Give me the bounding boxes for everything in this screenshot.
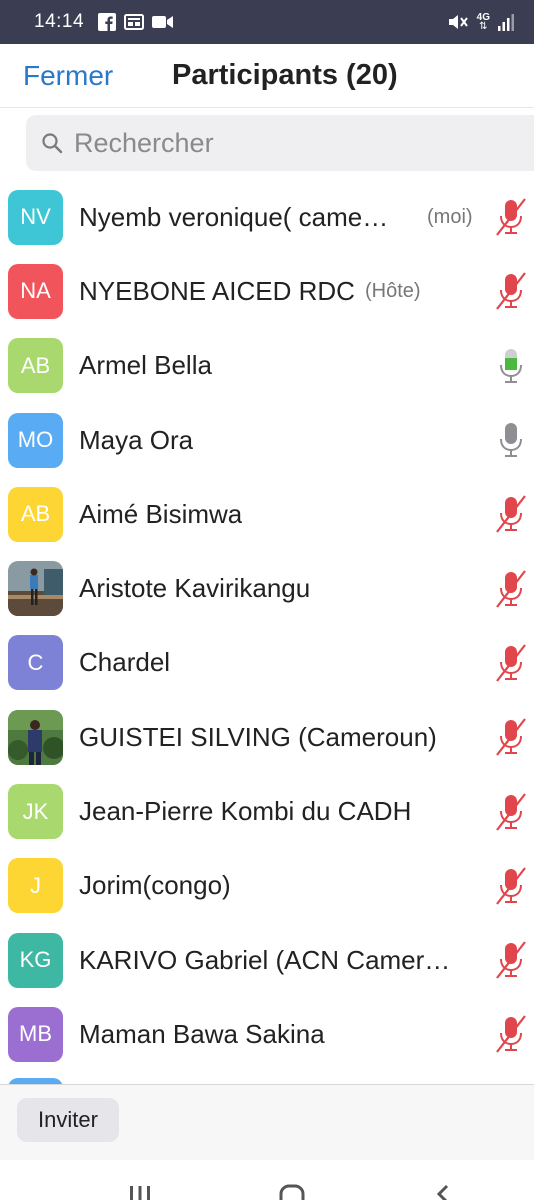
participant-row[interactable]: C Chardel xyxy=(0,626,534,700)
participant-row[interactable]: MB Maman Bawa Sakina xyxy=(0,997,534,1071)
participant-list[interactable]: NV Nyemb veronique( came… (moi) NA NYEBO… xyxy=(0,180,534,1084)
gallery-icon xyxy=(124,14,145,30)
search-input[interactable] xyxy=(74,127,534,159)
participant-name: Jorim(congo) xyxy=(79,870,231,901)
avatar: KG xyxy=(8,932,63,988)
status-bar: 14:14 4G ⇅ xyxy=(0,0,534,44)
facebook-icon xyxy=(98,13,117,31)
header: Fermer Participants (20) xyxy=(0,44,534,108)
search-box[interactable] xyxy=(26,115,534,171)
mic-muted-icon[interactable] xyxy=(494,569,528,609)
signal-icon xyxy=(498,14,514,31)
participant-name: KARIVO Gabriel (ACN Camer… xyxy=(79,944,451,975)
status-icons-right: 4G ⇅ xyxy=(447,12,514,32)
participant-row[interactable]: Aristote Kavirikangu xyxy=(0,551,534,625)
avatar: J xyxy=(8,858,63,914)
bottom-bar: Inviter xyxy=(0,1084,534,1160)
participant-row-partial[interactable] xyxy=(0,1072,534,1084)
close-button[interactable]: Fermer xyxy=(23,60,113,92)
participant-tag: (Hôte) xyxy=(365,279,421,302)
avatar: C xyxy=(8,635,63,691)
mic-muted-icon[interactable] xyxy=(494,866,528,906)
avatar: AB xyxy=(8,338,63,394)
participant-name: Aristote Kavirikangu xyxy=(79,573,311,604)
mic-muted-icon[interactable] xyxy=(494,717,528,757)
mic-active-icon[interactable] xyxy=(494,346,528,386)
participant-name: NYEBONE AICED RDC xyxy=(79,275,355,306)
avatar: NV xyxy=(8,189,63,245)
back-icon[interactable] xyxy=(432,1174,452,1200)
mic-muted-icon[interactable] xyxy=(494,1014,528,1054)
profile-photo-icon xyxy=(8,709,63,765)
participant-name: Maya Ora xyxy=(79,424,194,455)
participant-name: Nyemb veronique( came… xyxy=(79,201,389,232)
profile-photo-icon xyxy=(8,561,63,617)
avatar: NA xyxy=(8,263,63,319)
video-camera-icon xyxy=(152,16,174,28)
invite-button[interactable]: Inviter xyxy=(17,1098,119,1142)
participant-tag: (moi) xyxy=(427,205,473,228)
avatar: JK xyxy=(8,784,63,840)
4g-data-icon: 4G ⇅ xyxy=(476,12,490,32)
mic-muted-icon[interactable] xyxy=(494,197,528,237)
participant-row[interactable]: JK Jean-Pierre Kombi du CADH xyxy=(0,774,534,848)
avatar-photo xyxy=(8,709,63,765)
search-icon xyxy=(42,133,63,154)
avatar: MB xyxy=(8,1006,63,1062)
mic-muted-icon[interactable] xyxy=(494,271,528,311)
participant-row[interactable]: AB Aimé Bisimwa xyxy=(0,477,534,551)
mic-muted-icon[interactable] xyxy=(494,940,528,980)
nav-bar xyxy=(0,1160,534,1200)
participant-row[interactable]: GUISTEI SILVING (Cameroun) xyxy=(0,700,534,774)
participant-row[interactable]: AB Armel Bella xyxy=(0,329,534,403)
status-time: 14:14 xyxy=(34,11,85,32)
avatar-photo xyxy=(8,561,63,617)
participant-row[interactable]: KG KARIVO Gabriel (ACN Camer… xyxy=(0,923,534,997)
recent-apps-icon[interactable] xyxy=(128,1174,152,1200)
participant-name: Armel Bella xyxy=(79,350,212,381)
participant-name: Chardel xyxy=(79,647,171,678)
participant-name: Maman Bawa Sakina xyxy=(79,1018,325,1049)
page-title: Participants (20) xyxy=(172,59,398,91)
participant-name: GUISTEI SILVING (Cameroun) xyxy=(79,721,437,752)
mic-muted-icon[interactable] xyxy=(494,792,528,832)
participant-name: Aimé Bisimwa xyxy=(79,498,243,529)
participant-row[interactable]: J Jorim(congo) xyxy=(0,849,534,923)
home-icon[interactable] xyxy=(279,1174,305,1200)
mic-muted-icon[interactable] xyxy=(494,494,528,534)
participant-row[interactable]: NV Nyemb veronique( came… (moi) xyxy=(0,180,534,254)
mic-idle-icon[interactable] xyxy=(494,420,528,460)
participant-row[interactable]: NA NYEBONE AICED RDC (Hôte) xyxy=(0,254,534,328)
participant-name: Jean-Pierre Kombi du CADH xyxy=(79,796,412,827)
mic-muted-icon[interactable] xyxy=(494,643,528,683)
avatar: MO xyxy=(8,412,63,468)
avatar: AB xyxy=(8,486,63,542)
status-icons-left xyxy=(98,13,174,31)
participant-row[interactable]: MO Maya Ora xyxy=(0,403,534,477)
mute-vibrate-icon xyxy=(448,15,468,29)
